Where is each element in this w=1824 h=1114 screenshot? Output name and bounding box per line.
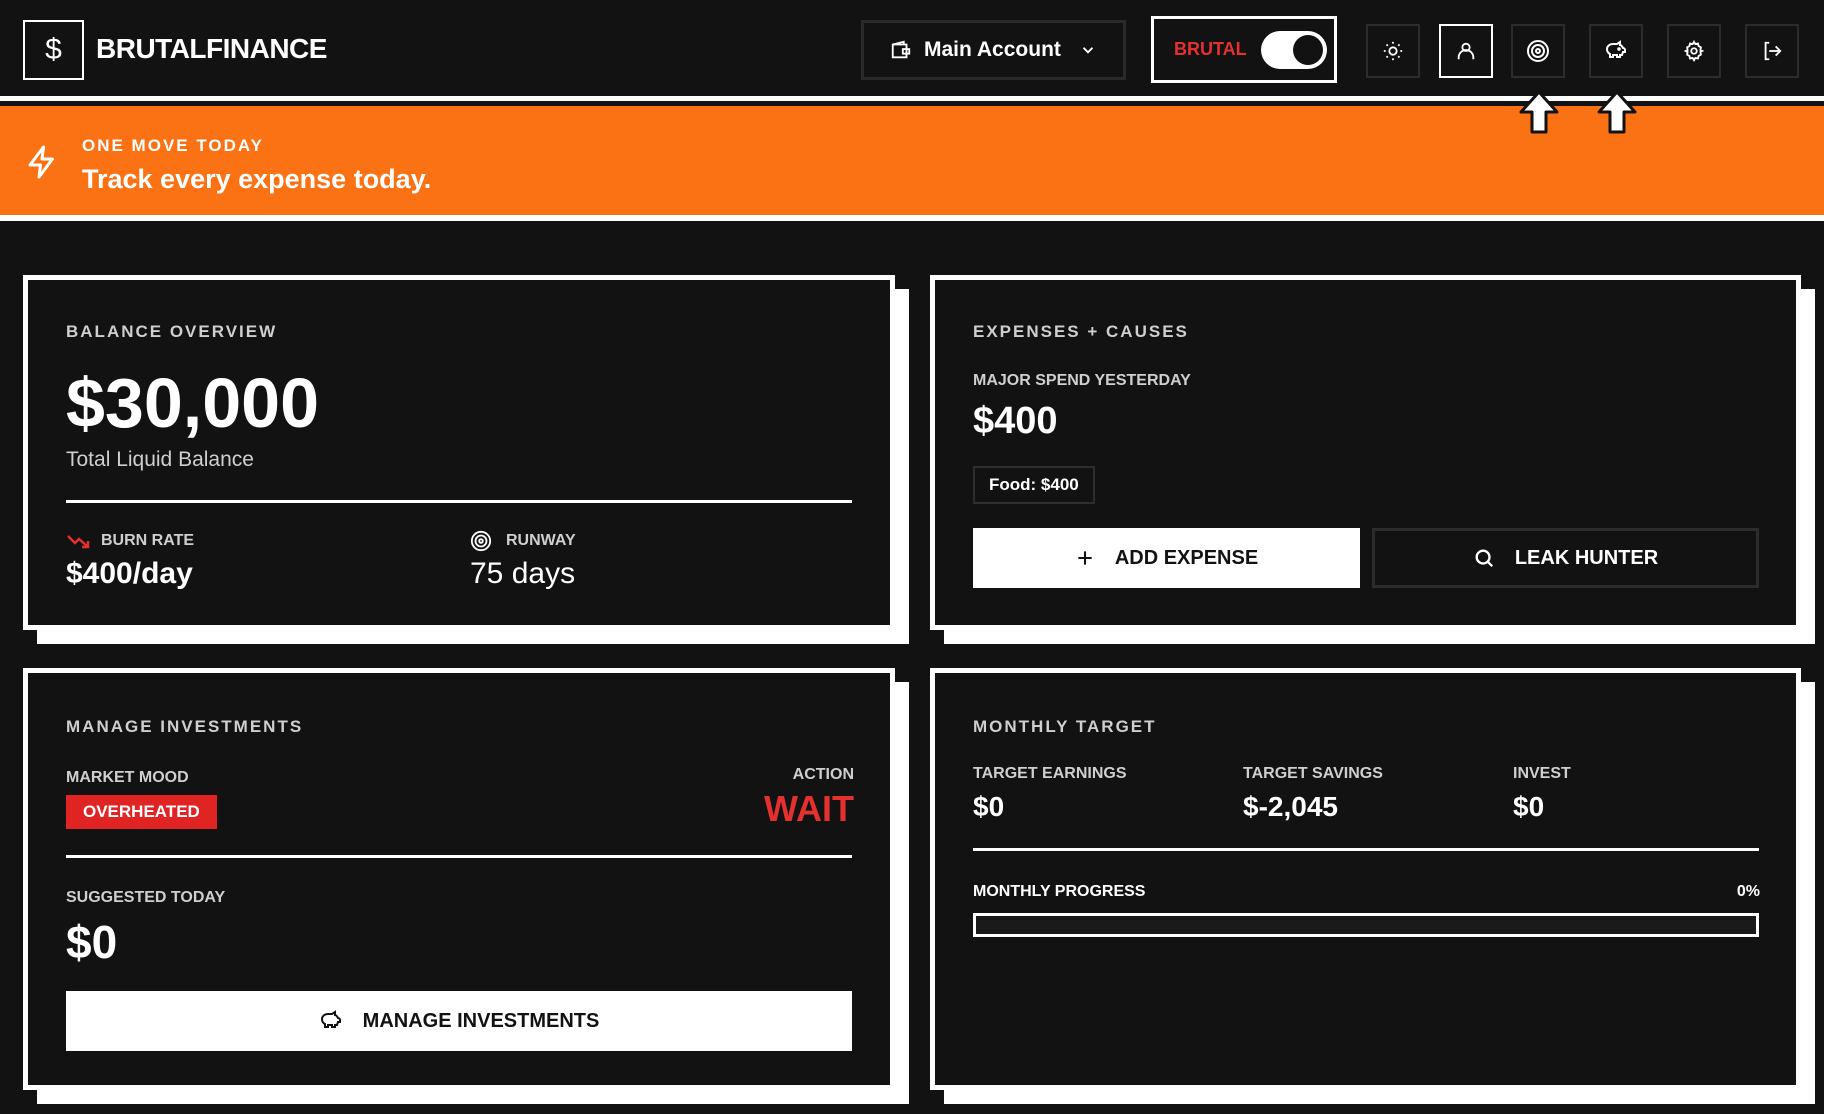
leak-hunter-button[interactable]: LEAK HUNTER xyxy=(1372,528,1759,588)
target-earnings-value: $0 xyxy=(973,791,1005,822)
card-body: BALANCE OVERVIEW $30,000 Total Liquid Ba… xyxy=(23,275,895,630)
card-body: MONTHLY TARGET TARGET EARNINGS $0 TARGET… xyxy=(930,668,1801,1090)
divider xyxy=(973,848,1759,851)
card-title: BALANCE OVERVIEW xyxy=(66,322,278,341)
major-spend-label: MAJOR SPEND YESTERDAY xyxy=(973,372,1191,389)
dollar-icon: $ xyxy=(45,33,62,66)
divider xyxy=(66,855,852,858)
investments-card: MANAGE INVESTMENTS MARKET MOOD OVERHEATE… xyxy=(23,668,909,1104)
invest-value: $0 xyxy=(1513,791,1545,822)
app-name: BRUTALFINANCE xyxy=(96,33,327,64)
target-earnings-label: TARGET EARNINGS xyxy=(973,765,1127,782)
burn-rate-label: BURN RATE xyxy=(101,532,195,549)
banner-message: Track every expense today. xyxy=(82,164,432,194)
sun-icon xyxy=(1383,41,1403,61)
action-label: ACTION xyxy=(792,766,854,783)
manage-investments-button[interactable]: MANAGE INVESTMENTS xyxy=(66,991,852,1051)
monthly-target-card: MONTHLY TARGET TARGET EARNINGS $0 TARGET… xyxy=(930,668,1815,1104)
monthly-progress-label: MONTHLY PROGRESS xyxy=(973,883,1146,900)
card-body: MANAGE INVESTMENTS MARKET MOOD OVERHEATE… xyxy=(23,668,895,1090)
runway-label: RUNWAY xyxy=(506,532,576,549)
arrow-up-icon xyxy=(1519,90,1559,134)
divider xyxy=(66,500,852,503)
gear-icon xyxy=(1683,40,1705,62)
arrow-up-icon xyxy=(1597,90,1637,134)
banner-kicker: ONE MOVE TODAY xyxy=(82,136,264,155)
monthly-progress-percent: 0% xyxy=(1736,883,1760,900)
wallet-icon xyxy=(891,40,911,59)
suggested-label: SUGGESTED TODAY xyxy=(66,889,226,906)
savings-button[interactable] xyxy=(1589,24,1643,78)
suggested-value: $0 xyxy=(66,916,118,968)
market-mood-badge: OVERHEATED xyxy=(66,795,217,829)
major-spend-value: $400 xyxy=(973,400,1058,442)
target-icon xyxy=(470,530,492,552)
logo-mark: $ xyxy=(23,20,84,80)
piggy-bank-icon xyxy=(1605,40,1626,58)
trending-down-icon xyxy=(67,535,90,549)
user-icon xyxy=(1457,42,1475,60)
piggy-bank-icon xyxy=(320,1010,341,1028)
lightning-icon xyxy=(28,145,54,179)
target-savings-label: TARGET SAVINGS xyxy=(1243,765,1383,782)
goals-button[interactable] xyxy=(1511,24,1565,78)
chevron-down-icon xyxy=(1082,47,1094,54)
plus-icon xyxy=(1078,551,1092,565)
total-balance: $30,000 xyxy=(66,364,320,442)
profile-button[interactable] xyxy=(1439,24,1493,78)
brutal-mode-label: BRUTAL xyxy=(1174,39,1247,59)
card-title: MONTHLY TARGET xyxy=(973,717,1157,736)
settings-button[interactable] xyxy=(1667,24,1721,78)
action-value: WAIT xyxy=(764,788,854,829)
brutal-mode-toggle[interactable]: BRUTAL xyxy=(1151,16,1337,83)
add-expense-label: ADD EXPENSE xyxy=(1114,546,1259,569)
leak-hunter-label: LEAK HUNTER xyxy=(1514,546,1659,569)
target-icon xyxy=(1527,40,1549,62)
search-icon xyxy=(1475,549,1493,568)
balance-overview-card: BALANCE OVERVIEW $30,000 Total Liquid Ba… xyxy=(23,275,909,644)
monthly-progress-bar xyxy=(973,913,1759,937)
toggle-switch[interactable] xyxy=(1260,30,1327,69)
logout-button[interactable] xyxy=(1745,24,1799,78)
runway-value: 75 days xyxy=(470,557,576,590)
card-title: EXPENSES + CAUSES xyxy=(973,322,1189,341)
expenses-card: EXPENSES + CAUSES MAJOR SPEND YESTERDAY … xyxy=(930,275,1815,644)
add-expense-button[interactable]: ADD EXPENSE xyxy=(973,528,1360,588)
account-label: Main Account xyxy=(924,38,1061,61)
cause-chip: Food: $400 xyxy=(973,466,1095,504)
market-mood-label: MARKET MOOD xyxy=(66,769,189,786)
manage-investments-label: MANAGE INVESTMENTS xyxy=(362,1009,600,1032)
theme-button[interactable] xyxy=(1366,24,1420,78)
balance-caption: Total Liquid Balance xyxy=(66,448,254,471)
target-savings-value: $-2,045 xyxy=(1243,791,1338,822)
burn-rate-value: $400/day xyxy=(66,557,193,590)
card-body: EXPENSES + CAUSES MAJOR SPEND YESTERDAY … xyxy=(930,275,1801,630)
top-bar: $ BRUTALFINANCE Main Account BRUTAL xyxy=(0,0,1824,101)
invest-label: INVEST xyxy=(1513,765,1571,782)
account-selector[interactable]: Main Account xyxy=(861,20,1126,80)
toggle-knob xyxy=(1292,34,1323,65)
logout-icon xyxy=(1764,41,1782,61)
card-title: MANAGE INVESTMENTS xyxy=(66,717,304,736)
